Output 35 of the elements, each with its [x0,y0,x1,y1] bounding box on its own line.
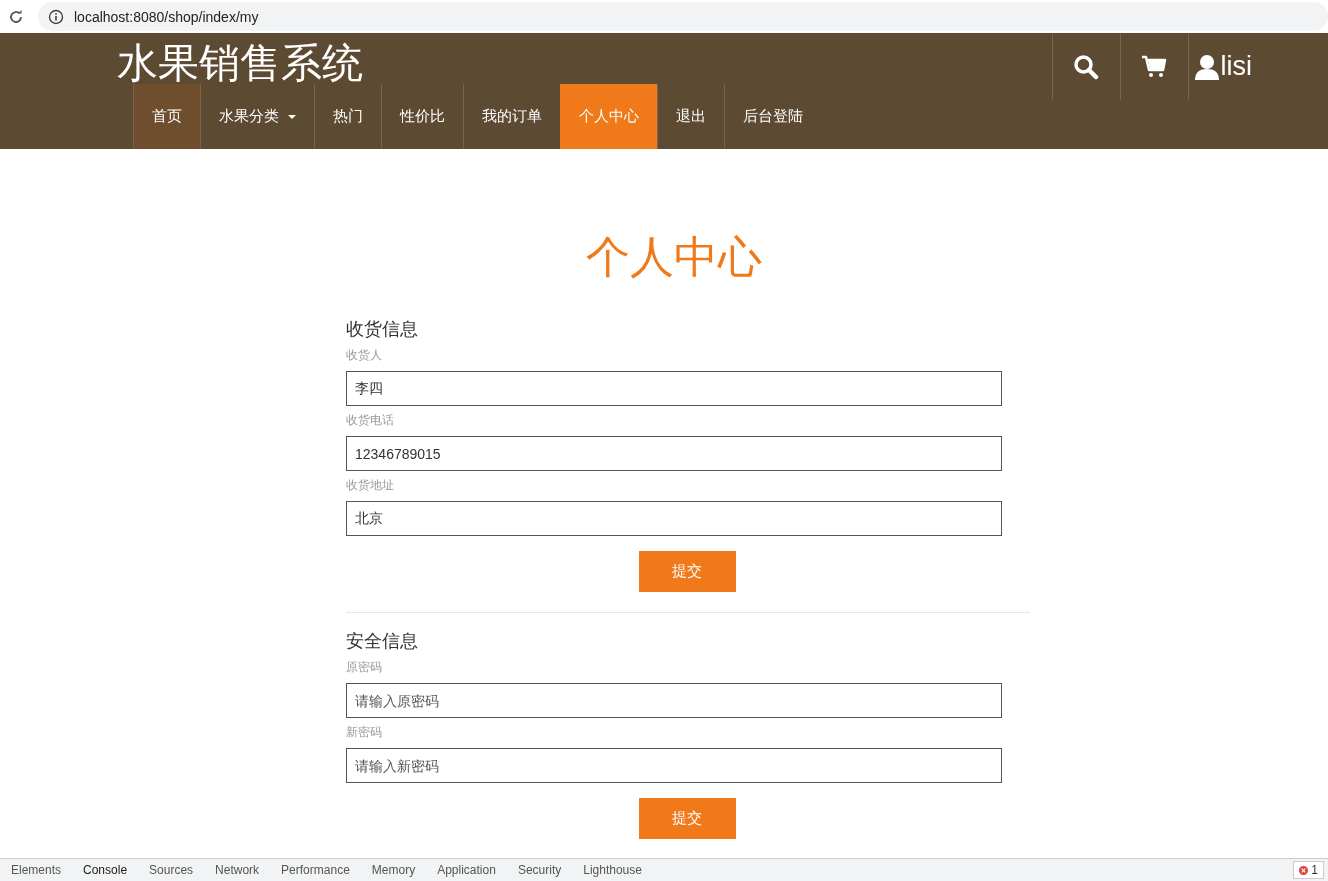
devtools-tab[interactable]: Sources [138,863,205,877]
devtools-tab[interactable]: Console [72,863,139,877]
devtools-tab[interactable]: Application [426,863,507,877]
field-label: 收货地址 [346,477,395,493]
error-counter[interactable]: 1 [1293,861,1324,879]
error-icon [1299,865,1309,875]
field-label: 原密码 [346,659,383,675]
input-field[interactable]: 请输入新密码 [346,748,1002,783]
reload-icon[interactable] [8,8,24,25]
nav-tab[interactable]: 首页 [133,84,200,149]
user-icon [1194,53,1219,80]
site-title: 水果销售系统 [117,39,364,84]
input-field[interactable]: 请输入原密码 [346,683,1002,718]
page-title: 个人中心 [585,231,763,283]
search-icon[interactable] [1073,53,1099,80]
input-field[interactable]: 李四 [346,371,1002,406]
cart-icon[interactable] [1141,54,1167,79]
user-link[interactable]: lisi [1187,33,1252,100]
section-heading: 收货信息 [346,318,419,341]
address-bar[interactable]: localhost:8080/shop/index/my [38,2,1328,31]
devtools-tab[interactable]: Elements [0,863,73,877]
url-text: localhost:8080/shop/index/my [74,8,259,25]
field-label: 新密码 [346,724,383,740]
input-field[interactable]: 12346789015 [346,436,1002,471]
devtools-tab[interactable]: Performance [270,863,361,877]
devtools-tab[interactable]: Security [506,863,573,877]
input-field[interactable]: 北京 [346,501,1002,536]
devtools-tab[interactable]: Network [204,863,271,877]
devtools-tab[interactable]: Lighthouse [572,863,653,877]
devtools-tab[interactable]: Memory [360,863,427,877]
field-label: 收货电话 [346,412,395,428]
caret-icon [288,114,296,119]
section-heading: 安全信息 [346,630,419,653]
field-label: 收货人 [346,347,383,363]
info-icon[interactable] [48,8,64,25]
